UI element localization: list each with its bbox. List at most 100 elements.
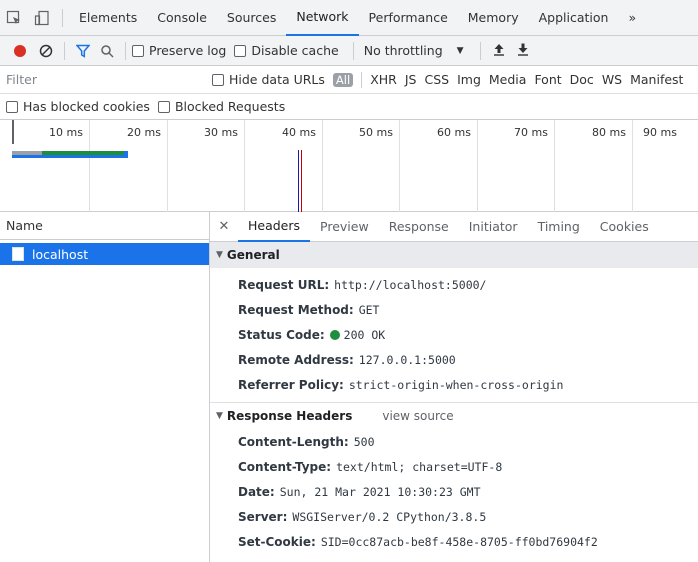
request-name: localhost [32, 246, 89, 262]
throttling-select[interactable]: No throttling ▼ [364, 43, 464, 58]
status-code-value: 200 OK [343, 327, 386, 342]
set-cookie-row: Set-Cookie: SID=0cc87acb-be8f-458e-8705-… [210, 529, 698, 554]
chevron-down-icon: ▼ [456, 45, 464, 56]
details-tabbar: ✕ Headers Preview Response Initiator Tim… [210, 212, 698, 242]
remote-address-value: 127.0.0.1:5000 [358, 352, 456, 367]
header-key: Set-Cookie: [238, 534, 316, 549]
request-method-row: Request Method: GET [210, 297, 698, 322]
has-blocked-cookies-checkbox[interactable]: Has blocked cookies [6, 99, 150, 114]
timeline-overview[interactable]: 10 ms 20 ms 30 ms 40 ms 50 ms 60 ms 70 m… [0, 120, 698, 212]
checkbox-box[interactable] [234, 44, 247, 57]
grid-line [89, 120, 90, 212]
grid-line [322, 120, 323, 212]
preserve-log-checkbox[interactable]: Preserve log [132, 43, 226, 58]
tick-label: 60 ms [437, 126, 471, 139]
content-length-value: 500 [353, 434, 375, 449]
response-headers-section-header[interactable]: ▼ Response Headers view source [210, 403, 698, 429]
tab-memory[interactable]: Memory [458, 0, 529, 36]
request-url-row: Request URL: http://localhost:5000/ [210, 272, 698, 297]
blocked-requests-checkbox[interactable]: Blocked Requests [157, 99, 285, 114]
header-key: Content-Type: [238, 459, 332, 474]
inspect-element-icon[interactable] [0, 0, 28, 36]
filter-type-font[interactable]: Font [534, 72, 561, 87]
has-blocked-cookies-label: Has blocked cookies [23, 99, 150, 114]
toolbar-divider [64, 41, 65, 60]
request-method-value: GET [358, 302, 380, 317]
hide-data-urls-label: Hide data URLs [229, 72, 325, 87]
more-tabs-button[interactable]: » [618, 0, 646, 36]
overview-selection-handle[interactable] [12, 120, 14, 144]
expand-triangle-icon: ▼ [216, 411, 223, 421]
tab-timing[interactable]: Timing [528, 212, 590, 242]
filter-type-all[interactable]: All [332, 72, 354, 87]
filter-input[interactable] [0, 68, 200, 91]
request-row[interactable]: localhost [0, 243, 209, 265]
hide-data-urls-checkbox[interactable]: Hide data URLs [212, 72, 325, 87]
export-har-icon[interactable] [517, 42, 529, 60]
referrer-policy-value: strict-origin-when-cross-origin [348, 377, 564, 392]
date-row: Date: Sun, 21 Mar 2021 10:30:23 GMT [210, 479, 698, 504]
checkbox-box[interactable] [212, 73, 224, 86]
status-code-row: Status Code: 200 OK [210, 322, 698, 347]
import-har-icon[interactable] [493, 42, 505, 60]
request-url-value: http://localhost:5000/ [334, 277, 487, 292]
search-icon[interactable] [95, 39, 119, 63]
toolbar-divider [352, 41, 354, 60]
response-headers-title: Response Headers [226, 409, 353, 423]
tick-label: 40 ms [282, 126, 316, 139]
filter-type-doc[interactable]: Doc [570, 72, 594, 87]
tab-network[interactable]: Network [286, 0, 359, 36]
tab-headers[interactable]: Headers [238, 212, 311, 242]
filter-icon[interactable] [71, 39, 95, 63]
tab-performance[interactable]: Performance [359, 0, 458, 36]
general-section-header[interactable]: ▼ General [210, 242, 698, 268]
view-source-link[interactable]: view source [382, 409, 453, 423]
content-type-value: text/html; charset=UTF-8 [336, 459, 503, 474]
tick-label: 90 ms [643, 126, 677, 139]
remote-address-row: Remote Address: 127.0.0.1:5000 [210, 347, 698, 372]
tab-initiator[interactable]: Initiator [459, 212, 528, 242]
tick-label: 80 ms [592, 126, 626, 139]
tab-response[interactable]: Response [379, 212, 459, 242]
tick-label: 30 ms [204, 126, 238, 139]
filter-type-js[interactable]: JS [405, 72, 417, 87]
filter-type-media[interactable]: Media [489, 72, 527, 87]
header-key: Referrer Policy: [238, 377, 344, 392]
checkbox-box[interactable] [132, 44, 144, 57]
throttling-value: No throttling [363, 43, 443, 58]
header-key: Request Method: [238, 302, 354, 317]
clear-icon[interactable] [34, 39, 58, 63]
tab-console[interactable]: Console [147, 0, 217, 36]
header-key: Request URL: [238, 277, 330, 292]
filter-type-manifest[interactable]: Manifest [630, 72, 683, 87]
load-event-marker [301, 150, 302, 212]
name-column-header[interactable]: Name [0, 212, 209, 240]
tab-cookies[interactable]: Cookies [590, 212, 659, 242]
tab-preview[interactable]: Preview [310, 212, 379, 242]
date-value: Sun, 21 Mar 2021 10:30:23 GMT [279, 484, 481, 499]
close-icon[interactable]: ✕ [210, 212, 238, 242]
checkbox-box[interactable] [6, 100, 18, 113]
general-section-title: General [226, 248, 280, 262]
filter-type-img[interactable]: Img [457, 72, 481, 87]
filter-type-ws[interactable]: WS [602, 72, 622, 87]
header-key: Content-Length: [238, 434, 349, 449]
grid-line [167, 120, 168, 212]
server-row: Server: WSGIServer/0.2 CPython/3.8.5 [210, 504, 698, 529]
content-length-row: Content-Length: 500 [210, 429, 698, 454]
checkbox-box[interactable] [157, 100, 170, 113]
request-list: Name localhost [0, 212, 210, 562]
toolbar-divider [62, 8, 63, 27]
tab-elements[interactable]: Elements [69, 0, 147, 36]
filter-type-css[interactable]: CSS [424, 72, 449, 87]
tab-sources[interactable]: Sources [217, 0, 286, 36]
device-toolbar-icon[interactable] [28, 0, 56, 36]
record-button[interactable] [14, 44, 26, 57]
tab-application[interactable]: Application [529, 0, 619, 36]
server-value: WSGIServer/0.2 CPython/3.8.5 [292, 509, 487, 524]
filter-type-xhr[interactable]: XHR [370, 72, 397, 87]
status-success-icon [329, 329, 340, 340]
disable-cache-checkbox[interactable]: Disable cache [234, 43, 339, 58]
set-cookie-value: SID=0cc87acb-be8f-458e-8705-ff0bd76904f2 [320, 534, 598, 549]
request-details-pane: ✕ Headers Preview Response Initiator Tim… [210, 212, 698, 562]
